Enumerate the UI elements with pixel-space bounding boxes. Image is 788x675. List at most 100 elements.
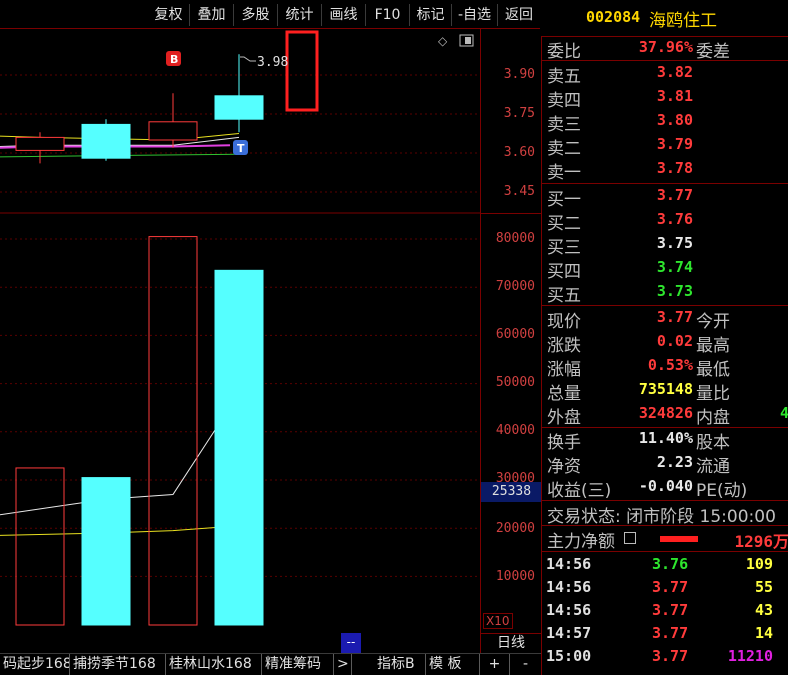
weibi-row: 委比 37.96% 委差	[542, 37, 788, 62]
volume-tick: 50000	[495, 375, 535, 390]
ask-price: 3.79	[656, 135, 693, 153]
template-button[interactable]: 模 板	[426, 654, 480, 675]
stat-row: 净资 2.23 流通	[542, 452, 788, 477]
stat-label: PE(动)	[696, 481, 748, 501]
trade-price: 3.77	[652, 624, 689, 642]
bid-label: 买三	[547, 238, 581, 258]
volume-tick: 70000	[495, 279, 535, 294]
tab-indicator[interactable]: 捕捞季节168	[70, 654, 166, 675]
overlay-button[interactable]: 叠加	[190, 4, 234, 26]
bid-label: 买四	[547, 262, 581, 282]
bid-price: 3.75	[656, 234, 693, 252]
ask-price: 3.80	[656, 111, 693, 129]
quote-panel: 委比 37.96% 委差 卖五 3.82 卖四 3.81 卖三 3.80 卖二 …	[541, 37, 788, 675]
stat-row: 涨幅 0.53% 最低	[542, 355, 788, 380]
volume-bar	[148, 236, 198, 626]
main-flow-value: 1296万	[734, 532, 788, 551]
trade-price: 3.77	[652, 647, 689, 665]
stock-title: 002084 海鸥住工	[541, 0, 788, 37]
stat-label: 最低	[696, 360, 730, 380]
volume-tick: 80000	[495, 231, 535, 246]
candle-body	[15, 136, 65, 151]
weibi-value: 37.96%	[638, 38, 693, 56]
zoom-out-button[interactable]: -	[510, 654, 541, 675]
f10-button[interactable]: F10	[366, 4, 410, 26]
trade-time: 15:00	[546, 647, 592, 665]
trade-time: 14:56	[546, 601, 592, 619]
stat-label: 净资	[547, 457, 581, 477]
stat-value: 2.23	[656, 453, 693, 471]
main-flow-bar	[660, 536, 698, 542]
stat-row: 收益(三) -0.040 PE(动)	[542, 476, 788, 501]
volume-bar	[15, 467, 65, 626]
stat-label: 流通	[696, 457, 730, 477]
selection-frame	[285, 30, 319, 112]
remove-watchlist-button[interactable]: -自选	[452, 4, 498, 26]
trade-row: 14:57 3.77 14	[542, 624, 788, 646]
stat-value: 0.02	[656, 332, 693, 350]
tabs-more-button[interactable]: >	[334, 654, 352, 675]
trade-volume: 109	[745, 555, 773, 573]
volume-tick: 40000	[495, 423, 535, 438]
back-button[interactable]: 返回	[498, 4, 540, 26]
stat-label: 涨幅	[547, 360, 581, 380]
main-flow-label: 主力净额	[547, 532, 615, 552]
trade-price: 3.76	[652, 555, 689, 573]
tab-indicator[interactable]: 桂林山水168	[166, 654, 262, 675]
stock-code: 002084	[586, 8, 641, 26]
indicator-b-button[interactable]: 指标B	[374, 654, 426, 675]
price-tick: 3.60	[503, 145, 535, 160]
restore-rights-button[interactable]: 复权	[148, 4, 190, 26]
ask-row: 卖二 3.79	[542, 134, 788, 159]
bid-label: 买一	[547, 190, 581, 210]
current-volume-tag: 25338	[481, 482, 542, 502]
stat-label: 外盘	[547, 408, 581, 428]
diamond-icon[interactable]: ◇	[438, 34, 448, 48]
trade-row: 15:00 3.77 11210	[542, 647, 788, 669]
chart-scroll-thumb[interactable]: --	[341, 633, 361, 653]
trade-status-row: 交易状态: 闭市阶段 15:00:00	[542, 502, 788, 527]
multi-stock-button[interactable]: 多股	[234, 4, 278, 26]
trade-price: 3.77	[652, 601, 689, 619]
stat-value: 4	[779, 404, 788, 422]
stat-value: 324826	[638, 404, 693, 422]
statistics-button[interactable]: 统计	[278, 4, 322, 26]
bid-label: 买二	[547, 214, 581, 234]
mark-button[interactable]: 标记	[410, 4, 452, 26]
stock-name: 海鸥住工	[649, 11, 717, 31]
tab-indicator[interactable]: 码起步168	[0, 654, 70, 675]
draw-line-button[interactable]: 画线	[322, 4, 366, 26]
trade-status: 交易状态: 闭市阶段 15:00:00	[547, 507, 776, 527]
ask-label: 卖四	[547, 91, 581, 111]
bid-label: 买五	[547, 286, 581, 306]
period-selector[interactable]: 日线	[480, 633, 541, 653]
kline-svg: ◇ B T 3.98	[0, 30, 480, 626]
stat-value: 735148	[638, 380, 693, 398]
trade-time: 14:56	[546, 555, 592, 573]
tab-indicator[interactable]: 精准筹码	[262, 654, 334, 675]
trade-row: 14:56 3.77 43	[542, 601, 788, 623]
t-marker-text: T	[237, 142, 245, 155]
stat-label: 今开	[696, 312, 730, 332]
weibi-label: 委比	[547, 42, 581, 62]
stat-label: 现价	[547, 312, 581, 332]
bid-row: 买一 3.77	[542, 185, 788, 210]
stat-label: 最高	[696, 336, 730, 356]
volume-bar	[81, 477, 131, 626]
stat-value: -0.040	[638, 477, 693, 495]
stat-row: 总量 735148 量比	[542, 379, 788, 404]
indicator-tabs: 码起步168 捕捞季节168 桂林山水168 精准筹码 > 指标B 模 板 + …	[0, 653, 541, 675]
candle-body	[214, 95, 264, 120]
trade-time: 14:56	[546, 578, 592, 596]
ask-price: 3.78	[656, 159, 693, 177]
ask-label: 卖一	[547, 163, 581, 183]
price-tick: 3.45	[503, 184, 535, 199]
zoom-in-button[interactable]: +	[480, 654, 510, 675]
list-icon[interactable]	[624, 532, 636, 544]
trade-row: 14:56 3.76 109	[542, 555, 788, 577]
stat-label: 收益(三)	[547, 481, 612, 501]
chart-toolbar: 复权 叠加 多股 统计 画线 F10 标记 -自选 返回	[0, 0, 540, 29]
trade-row: 14:56 3.77 55	[542, 578, 788, 600]
stat-value: 11.40%	[638, 429, 693, 447]
kline-chart[interactable]: ◇ B T 3.98	[0, 29, 480, 633]
